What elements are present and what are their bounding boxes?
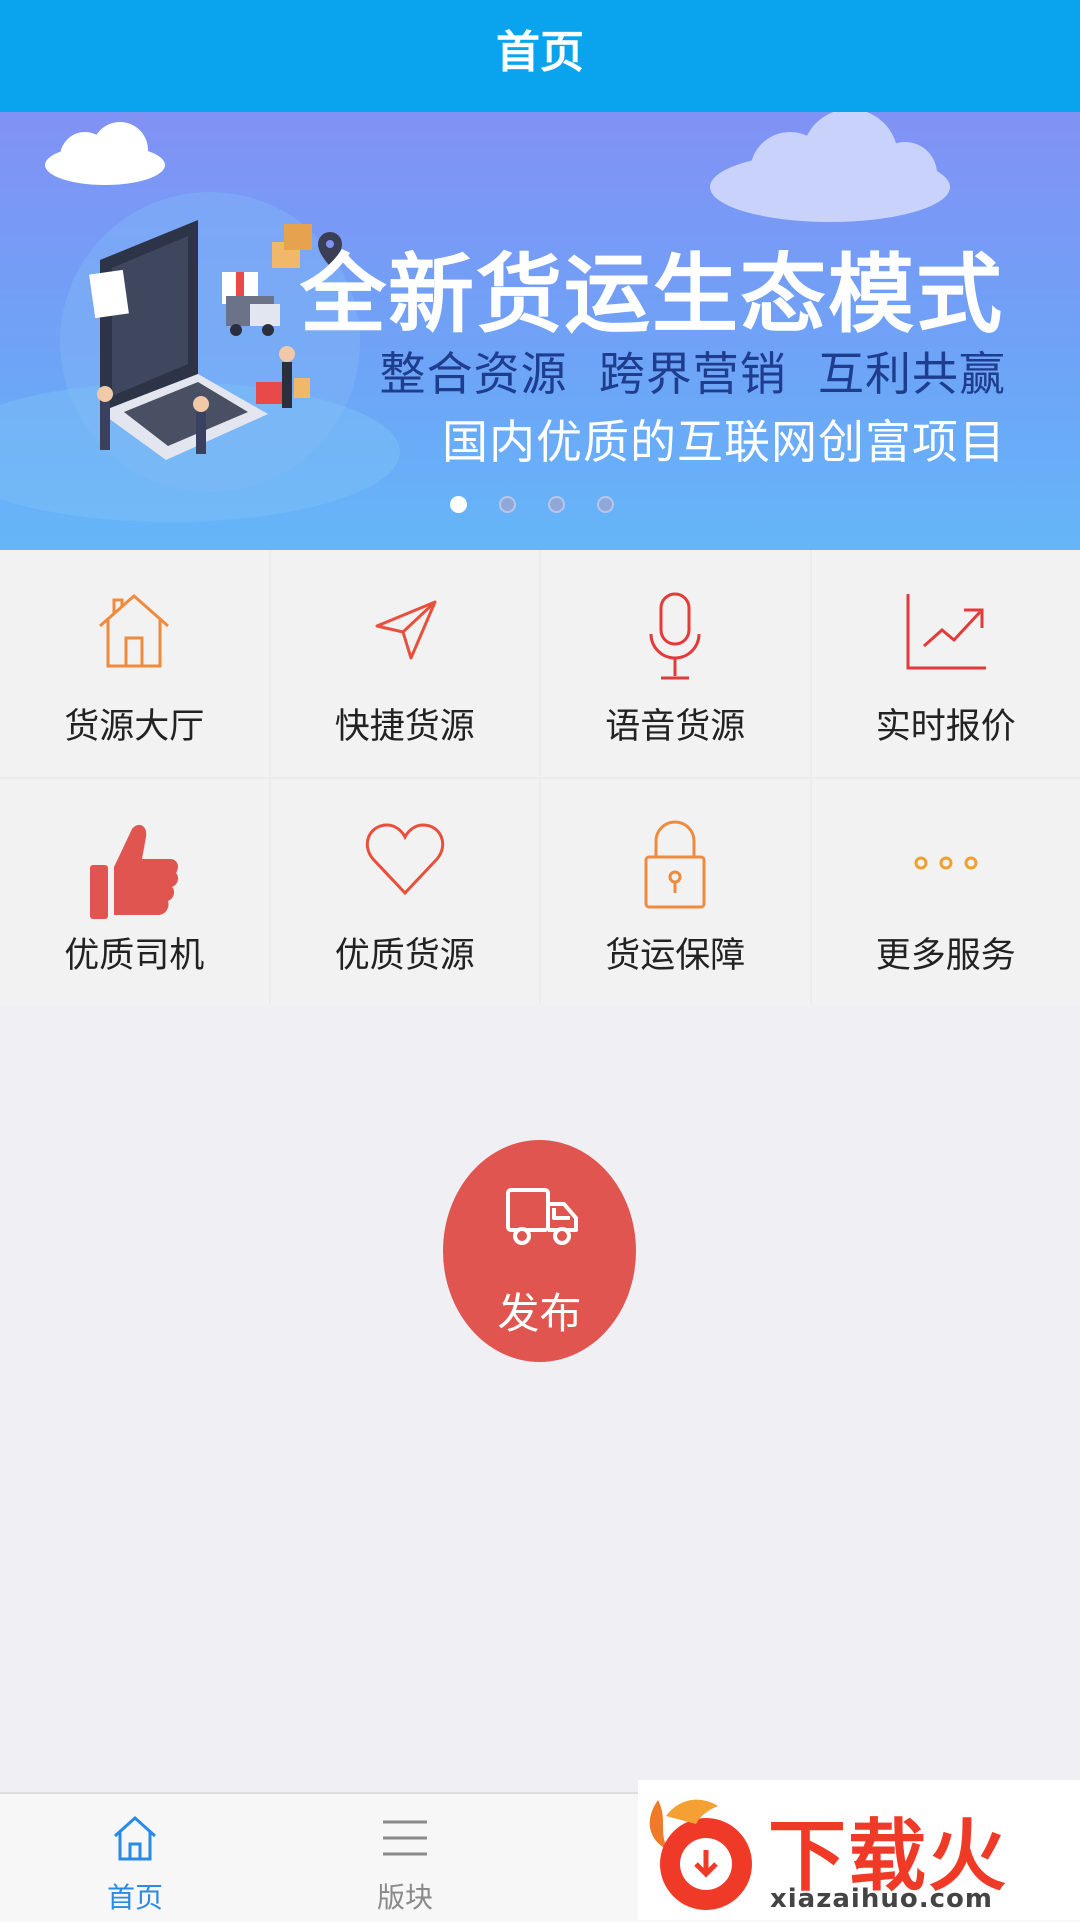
grid-item-cargo-hall[interactable]: 货源大厅	[0, 550, 269, 777]
top-nav-bar: 首页	[0, 0, 1080, 112]
carousel-dot-3[interactable]	[548, 496, 565, 513]
paper-plane-icon	[365, 590, 445, 670]
banner-subtitle-2: 国内优质的互联网创富项目	[442, 406, 1006, 472]
grid-item-label: 货运保障	[541, 927, 810, 978]
grid-item-quality-cargo[interactable]: 优质货源	[271, 779, 540, 1006]
menu-icon	[380, 1814, 430, 1862]
grid-item-live-quote[interactable]: 实时报价	[812, 550, 1080, 777]
grid-item-label: 快捷货源	[271, 698, 540, 749]
thumbs-up-icon	[86, 819, 182, 923]
carousel-indicator	[450, 496, 614, 513]
grid-item-label: 更多服务	[812, 927, 1080, 978]
house-icon	[94, 590, 174, 670]
service-grid: 货源大厅 快捷货源 语音货源 实时报价 优质司机 优质货源 货	[0, 550, 1080, 1005]
banner-subtitle-1: 整合资源 跨界营销 互利共赢	[380, 338, 1007, 404]
watermark-logo: 下载火 xiazaihuo.com	[638, 1780, 1080, 1920]
carousel-dot-2[interactable]	[499, 496, 516, 513]
grid-item-label: 语音货源	[541, 698, 810, 749]
grid-item-quick-cargo[interactable]: 快捷货源	[271, 550, 540, 777]
grid-item-label: 实时报价	[812, 698, 1080, 749]
grid-item-label: 优质货源	[271, 927, 540, 978]
heart-icon	[363, 819, 447, 899]
grid-item-more-services[interactable]: 更多服务	[812, 779, 1080, 1006]
more-dots-icon	[911, 819, 981, 899]
banner-carousel[interactable]: 全新货运生态模式 整合资源 跨界营销 互利共赢 国内优质的互联网创富项目	[0, 112, 1080, 550]
tab-label: 版块	[270, 1876, 540, 1916]
carousel-dot-4[interactable]	[597, 496, 614, 513]
tab-home[interactable]: 首页	[0, 1794, 270, 1922]
grid-item-label: 优质司机	[0, 927, 269, 978]
trend-chart-icon	[904, 590, 988, 674]
watermark-url: xiazaihuo.com	[770, 1884, 993, 1914]
publish-button[interactable]: 发布	[443, 1140, 636, 1362]
lock-icon	[640, 819, 710, 911]
tab-sections[interactable]: 版块	[270, 1794, 540, 1922]
banner-title: 全新货运生态模式	[300, 224, 1004, 349]
page-title: 首页	[0, 0, 1080, 106]
truck-icon	[504, 1184, 580, 1250]
publish-label: 发布	[443, 1280, 636, 1341]
grid-item-freight-guarantee[interactable]: 货运保障	[541, 779, 810, 1006]
tab-label: 首页	[0, 1876, 270, 1916]
grid-item-voice-cargo[interactable]: 语音货源	[541, 550, 810, 777]
carousel-dot-1[interactable]	[450, 496, 467, 513]
home-icon	[112, 1814, 158, 1862]
flame-logo-icon	[638, 1780, 768, 1920]
grid-item-label: 货源大厅	[0, 698, 269, 749]
grid-item-quality-driver[interactable]: 优质司机	[0, 779, 269, 1006]
microphone-icon	[635, 590, 715, 686]
